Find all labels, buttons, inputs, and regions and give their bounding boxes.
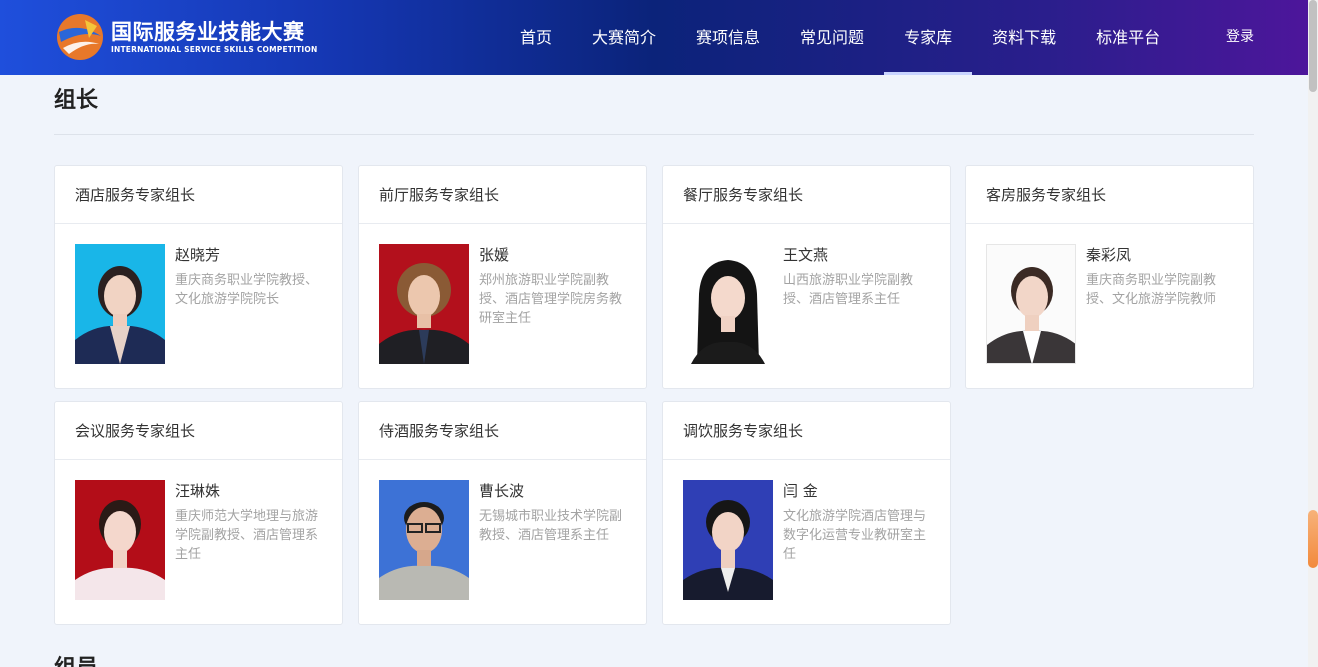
expert-description: 重庆商务职业学院教授、文化旅游学院院长 xyxy=(175,273,319,307)
nav-standards[interactable]: 标准平台 xyxy=(1076,0,1180,75)
expert-description: 重庆商务职业学院副教授、文化旅游学院教师 xyxy=(1086,273,1217,307)
expert-name: 赵晓芳 xyxy=(175,246,221,264)
nav-faq[interactable]: 常见问题 xyxy=(780,0,884,75)
expert-card[interactable]: 会议服务专家组长 汪琳姝 重庆师范大学地理与旅游学院副教授、酒店管理系主任 xyxy=(54,401,343,625)
page-scrollbar[interactable] xyxy=(1308,0,1318,667)
expert-card[interactable]: 酒店服务专家组长 赵晓芳 重庆商务职业学院教授、文化旅游学院院长 xyxy=(54,165,343,389)
expert-photo xyxy=(379,480,469,600)
expert-card[interactable]: 前厅服务专家组长 张媛 郑州旅游职业学院副教授、酒店管理学院房务教研室主任 xyxy=(358,165,647,389)
card-title: 调饮服务专家组长 xyxy=(663,402,950,460)
top-header: 国际服务业技能大赛 INTERNATIONAL SERVICE SKILLS C… xyxy=(0,0,1308,75)
card-title: 客房服务专家组长 xyxy=(966,166,1253,224)
expert-card[interactable]: 客房服务专家组长 秦彩凤 重庆商务职业学院副教授、文化旅游学院教师 xyxy=(965,165,1254,389)
expert-card[interactable]: 餐厅服务专家组长 王文燕 山西旅游职业学院副教授、酒店管理系主任 xyxy=(662,165,951,389)
expert-description: 无锡城市职业技术学院副教授、酒店管理系主任 xyxy=(479,509,623,543)
card-title: 侍酒服务专家组长 xyxy=(359,402,646,460)
expert-description: 郑州旅游职业学院副教授、酒店管理学院房务教研室主任 xyxy=(479,273,623,326)
expert-name: 秦彩凤 xyxy=(1086,246,1132,264)
main-nav: 首页 大赛简介 赛项信息 常见问题 专家库 资料下载 标准平台 xyxy=(500,0,1180,75)
card-title: 前厅服务专家组长 xyxy=(359,166,646,224)
expert-name: 王文燕 xyxy=(783,246,829,264)
expert-photo xyxy=(986,244,1076,364)
expert-name: 汪琳姝 xyxy=(175,482,221,500)
logo-title-en: INTERNATIONAL SERVICE SKILLS COMPETITION xyxy=(111,44,318,54)
expert-photo xyxy=(683,480,773,600)
expert-description: 山西旅游职业学院副教授、酒店管理系主任 xyxy=(783,273,914,307)
expert-name: 闫 金 xyxy=(783,482,818,500)
login-link[interactable]: 登录 xyxy=(1226,0,1254,75)
nav-experts[interactable]: 专家库 xyxy=(884,0,973,75)
logo-title-cn: 国际服务业技能大赛 xyxy=(111,19,305,44)
nav-downloads[interactable]: 资料下载 xyxy=(972,0,1076,75)
section-divider xyxy=(54,134,1254,135)
nav-about[interactable]: 大赛简介 xyxy=(572,0,676,75)
expert-photo xyxy=(75,480,165,600)
section-title-leaders: 组长 xyxy=(54,88,99,113)
nav-events[interactable]: 赛项信息 xyxy=(676,0,780,75)
expert-card[interactable]: 调饮服务专家组长 闫 金 文化旅游学院酒店管理与数字化运营专业教研室主任 xyxy=(662,401,951,625)
expert-name: 曹长波 xyxy=(479,482,525,500)
card-title: 会议服务专家组长 xyxy=(55,402,342,460)
expert-photo xyxy=(379,244,469,364)
logo-emblem-icon xyxy=(55,12,105,62)
expert-description: 文化旅游学院酒店管理与数字化运营专业教研室主任 xyxy=(783,509,927,562)
scrollbar-thumb[interactable] xyxy=(1309,0,1317,92)
expert-photo xyxy=(683,244,773,364)
card-title: 酒店服务专家组长 xyxy=(55,166,342,224)
nav-home[interactable]: 首页 xyxy=(500,0,572,75)
expert-description: 重庆师范大学地理与旅游学院副教授、酒店管理系主任 xyxy=(175,509,319,562)
expert-photo xyxy=(75,244,165,364)
expert-card[interactable]: 侍酒服务专家组长 曹长波 无锡城市职业技术学院副教授、酒店管理系主任 xyxy=(358,401,647,625)
section-title-members: 组员 xyxy=(54,650,98,667)
expert-name: 张媛 xyxy=(479,246,510,264)
site-logo[interactable]: 国际服务业技能大赛 INTERNATIONAL SERVICE SKILLS C… xyxy=(55,12,317,62)
floating-side-tab[interactable] xyxy=(1308,510,1318,568)
card-title: 餐厅服务专家组长 xyxy=(663,166,950,224)
